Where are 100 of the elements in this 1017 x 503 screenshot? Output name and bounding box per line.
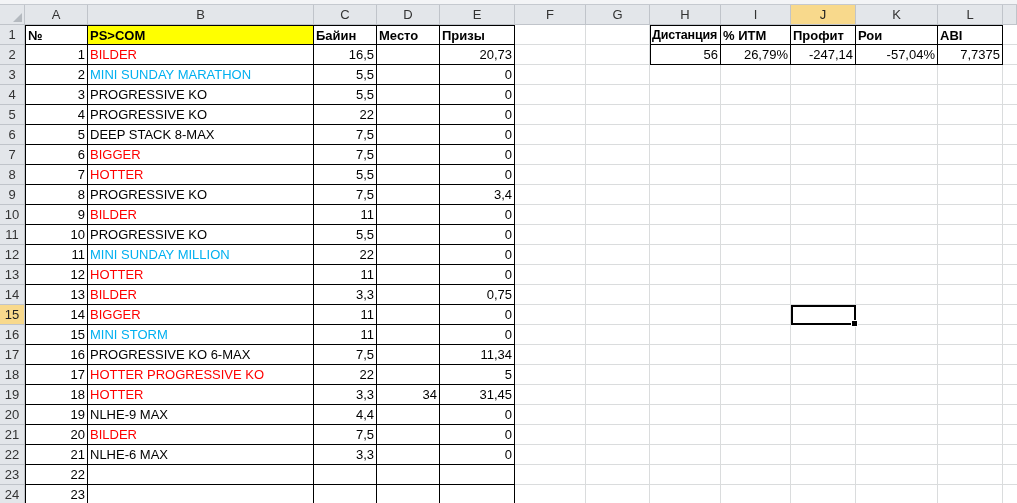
column-title: Дистанция xyxy=(650,25,721,45)
table-cell xyxy=(377,285,440,305)
row-header[interactable]: 7 xyxy=(0,145,25,165)
row-header[interactable]: 21 xyxy=(0,425,25,445)
table-cell: DEEP STACK 8-MAX xyxy=(88,125,314,145)
column-header[interactable]: D xyxy=(377,5,440,25)
table-cell: 9 xyxy=(25,205,88,225)
column-header[interactable]: F xyxy=(515,5,586,25)
row-header[interactable]: 22 xyxy=(0,445,25,465)
table-cell: HOTTER xyxy=(88,265,314,285)
table-cell xyxy=(377,465,440,485)
table-cell: 7,5 xyxy=(314,125,377,145)
table-cell xyxy=(377,345,440,365)
table-cell: 18 xyxy=(25,385,88,405)
table-cell: 20,73 xyxy=(440,45,515,65)
fill-handle[interactable] xyxy=(851,320,858,327)
column-header[interactable]: A xyxy=(25,5,88,25)
table-cell: 7,5 xyxy=(314,345,377,365)
column-header[interactable]: E xyxy=(440,5,515,25)
row-header[interactable]: 2 xyxy=(0,45,25,65)
row-header[interactable]: 9 xyxy=(0,185,25,205)
table-cell: 0 xyxy=(440,405,515,425)
row-header[interactable]: 19 xyxy=(0,385,25,405)
row-header[interactable]: 17 xyxy=(0,345,25,365)
table-cell: 20 xyxy=(25,425,88,445)
table-cell: 6 xyxy=(25,145,88,165)
table-cell: 11,34 xyxy=(440,345,515,365)
table-cell xyxy=(377,365,440,385)
table-cell: HOTTER PROGRESSIVE KO xyxy=(88,365,314,385)
row-header[interactable]: 24 xyxy=(0,485,25,503)
table-cell: 16,5 xyxy=(314,45,377,65)
row-header[interactable]: 16 xyxy=(0,325,25,345)
table-cell xyxy=(377,125,440,145)
column-title: Призы xyxy=(440,25,515,45)
table-cell: 11 xyxy=(314,265,377,285)
column-header[interactable]: I xyxy=(721,5,791,25)
column-title: Место xyxy=(377,25,440,45)
table-cell: 12 xyxy=(25,265,88,285)
table-cell: 0 xyxy=(440,445,515,465)
row-header[interactable]: 15 xyxy=(0,305,25,325)
row-header[interactable]: 5 xyxy=(0,105,25,125)
row-header[interactable]: 14 xyxy=(0,285,25,305)
row-header[interactable]: 8 xyxy=(0,165,25,185)
row-header[interactable]: 1 xyxy=(0,25,25,45)
table-cell: 5,5 xyxy=(314,165,377,185)
table-cell: BILDER xyxy=(88,285,314,305)
column-header[interactable]: K xyxy=(856,5,938,25)
table-cell: 16 xyxy=(25,345,88,365)
table-cell: BILDER xyxy=(88,205,314,225)
table-cell xyxy=(377,425,440,445)
row-header[interactable]: 3 xyxy=(0,65,25,85)
table-cell: 11 xyxy=(25,245,88,265)
table-cell: 11 xyxy=(314,325,377,345)
table-cell: 7,5 xyxy=(314,425,377,445)
table-cell: 0 xyxy=(440,325,515,345)
table-cell xyxy=(377,265,440,285)
table-cell xyxy=(377,185,440,205)
row-header[interactable]: 12 xyxy=(0,245,25,265)
table-cell: PROGRESSIVE KO xyxy=(88,185,314,205)
table-cell: 31,45 xyxy=(440,385,515,405)
table-cell: PROGRESSIVE KO xyxy=(88,225,314,245)
table-cell xyxy=(377,65,440,85)
column-header[interactable]: L xyxy=(938,5,1003,25)
table-cell: 2 xyxy=(25,65,88,85)
table-cell: 0 xyxy=(440,205,515,225)
table-cell: NLHE-9 MAX xyxy=(88,405,314,425)
row-header[interactable]: 4 xyxy=(0,85,25,105)
table-cell: 11 xyxy=(314,305,377,325)
table-cell: 7,7375 xyxy=(938,45,1003,65)
column-header[interactable]: H xyxy=(650,5,721,25)
row-header[interactable]: 20 xyxy=(0,405,25,425)
row-header[interactable]: 11 xyxy=(0,225,25,245)
column-title: % ИТМ xyxy=(721,25,791,45)
table-cell: 22 xyxy=(314,365,377,385)
table-cell: MINI STORM xyxy=(88,325,314,345)
table-cell: BILDER xyxy=(88,425,314,445)
table-cell: 56 xyxy=(650,45,721,65)
row-header[interactable]: 18 xyxy=(0,365,25,385)
column-header[interactable]: B xyxy=(88,5,314,25)
row-header[interactable]: 6 xyxy=(0,125,25,145)
column-header[interactable]: G xyxy=(586,5,650,25)
table-cell: 3,3 xyxy=(314,285,377,305)
table-cell: 5,5 xyxy=(314,225,377,245)
table-cell: 5 xyxy=(25,125,88,145)
table-cell: 0 xyxy=(440,265,515,285)
row-header[interactable]: 23 xyxy=(0,465,25,485)
row-header[interactable]: 13 xyxy=(0,265,25,285)
table-cell: 0 xyxy=(440,165,515,185)
table-cell: 0 xyxy=(440,105,515,125)
table-cell: 5 xyxy=(440,365,515,385)
table-cell: 0 xyxy=(440,85,515,105)
table-cell: 1 xyxy=(25,45,88,65)
selected-cell[interactable] xyxy=(791,305,856,325)
table-cell: 0 xyxy=(440,245,515,265)
column-header[interactable]: J xyxy=(791,5,856,25)
column-header[interactable]: C xyxy=(314,5,377,25)
table-cell: 0 xyxy=(440,305,515,325)
row-header[interactable]: 10 xyxy=(0,205,25,225)
table-cell: BILDER xyxy=(88,45,314,65)
table-cell: 0 xyxy=(440,145,515,165)
